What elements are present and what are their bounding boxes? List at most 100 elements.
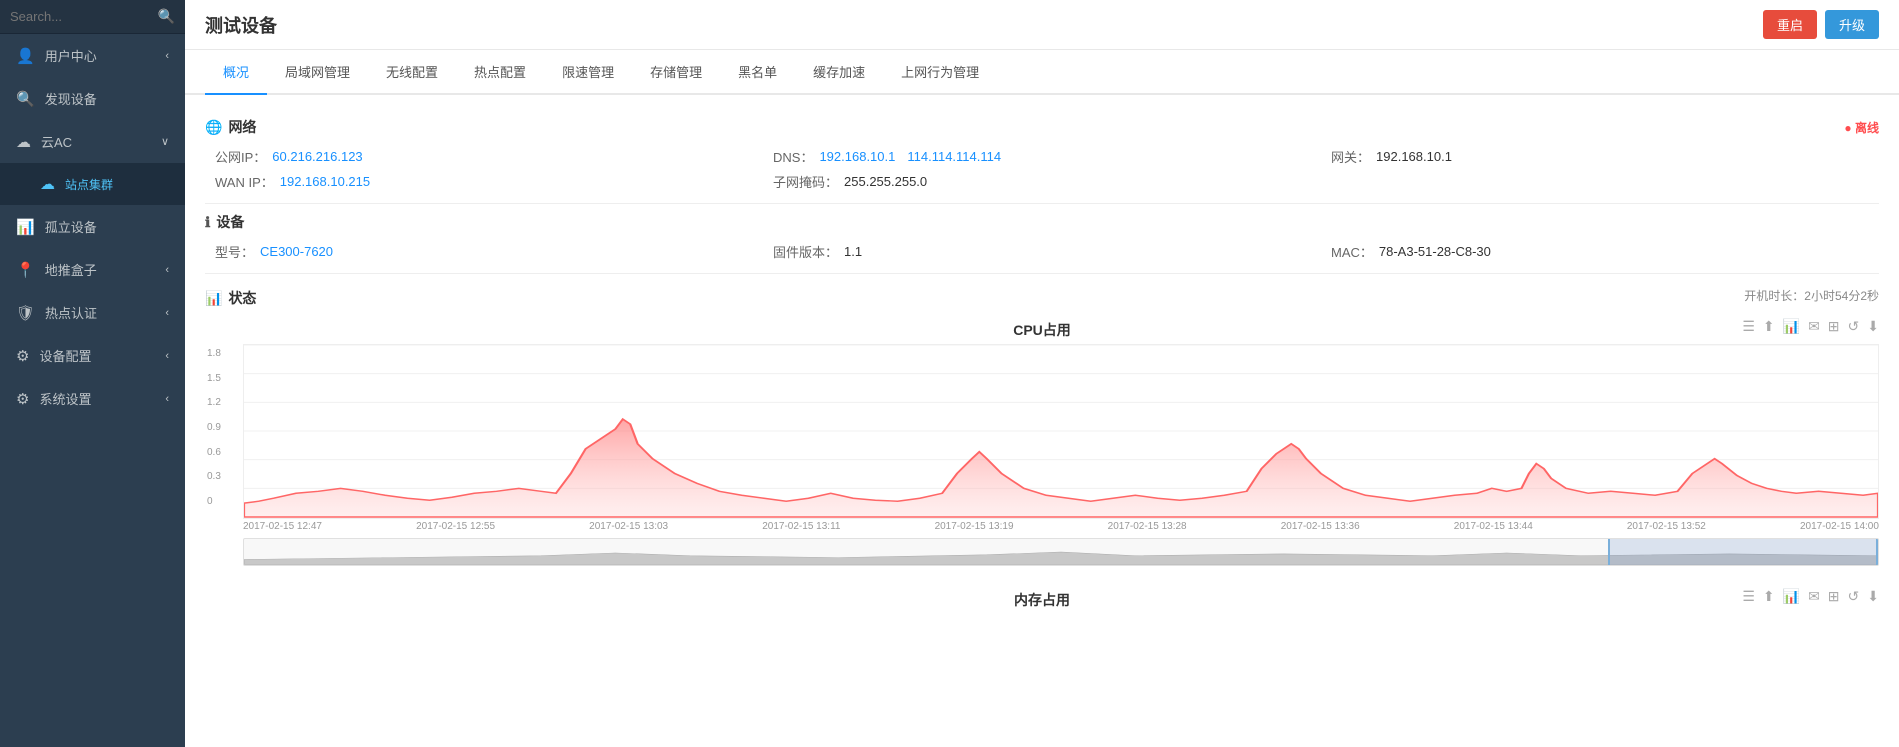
sidebar-item-label: 地推盒子	[45, 260, 97, 279]
tab-bar: 概况 局域网管理 无线配置 热点配置 限速管理 存储管理 黑名单 缓存加速 上网…	[185, 50, 1899, 95]
mac-row: MAC： 78-A3-51-28-C8-30	[1331, 242, 1879, 261]
sidebar-item-label: 设备配置	[39, 346, 91, 365]
restart-button[interactable]: 重启	[1763, 10, 1817, 39]
search-bar[interactable]: 🔍	[0, 0, 185, 34]
sidebar-item-label: 孤立设备	[45, 217, 97, 236]
subnet-mask-row: 子网掩码： 255.255.255.0	[773, 172, 1321, 191]
tab-cache-accel[interactable]: 缓存加速	[795, 50, 883, 95]
search-icon: 🔍	[158, 8, 175, 25]
sidebar-item-label: 用户中心	[45, 46, 97, 65]
memory-chart-toolbar: ☰ ⬆ 📊 ✉ ⊞ ↺ ⬇	[1321, 588, 1879, 605]
search-input[interactable]	[10, 9, 154, 24]
dns-row: DNS： 192.168.10.1 114.114.114.114	[773, 147, 1321, 166]
sidebar-item-user-center[interactable]: 👤 用户中心 ‹	[0, 34, 185, 77]
tab-storage-mgmt[interactable]: 存储管理	[632, 50, 720, 95]
firmware-value: 1.1	[844, 244, 862, 259]
tab-wireless-config[interactable]: 无线配置	[368, 50, 456, 95]
subnet-mask-value: 255.255.255.0	[844, 174, 927, 189]
mem-toolbar-grid-icon[interactable]: ⊞	[1828, 588, 1840, 605]
network-title-label: 网络	[228, 117, 256, 137]
status-section-header: 📊 状态 开机时长：2小时54分2秒	[205, 282, 1879, 308]
gateway-row: 网关： 192.168.10.1	[1331, 147, 1879, 166]
mac-label: MAC：	[1331, 242, 1373, 261]
toolbar-refresh-icon[interactable]: ↺	[1848, 318, 1860, 335]
status-title-label: 状态	[228, 288, 256, 308]
mem-toolbar-bar-icon[interactable]: 📊	[1783, 588, 1800, 605]
sidebar-item-discover-devices[interactable]: 🔍 发现设备	[0, 77, 185, 120]
tab-speed-limit[interactable]: 限速管理	[544, 50, 632, 95]
mem-toolbar-upload-icon[interactable]: ⬆	[1763, 588, 1775, 605]
sidebar-item-label: 热点认证	[45, 303, 97, 322]
sidebar-item-geo-box[interactable]: 📍 地推盒子 ‹	[0, 248, 185, 291]
online-status: ● 离线	[1844, 119, 1879, 136]
mini-scroll-bar[interactable]	[243, 538, 1879, 566]
config-icon: ⚙	[16, 347, 29, 365]
sidebar-item-label: 发现设备	[45, 89, 97, 108]
tab-hotspot-config[interactable]: 热点配置	[456, 50, 544, 95]
y-axis-labels: 1.8 1.5 1.2 0.9 0.6 0.3 0	[205, 344, 243, 519]
memory-chart-header: 内存占用 ☰ ⬆ 📊 ✉ ⊞ ↺ ⬇	[205, 582, 1879, 614]
sidebar-item-hotspot-auth[interactable]: 🛡 热点认证 ‹	[0, 291, 185, 334]
tab-behavior-mgmt[interactable]: 上网行为管理	[883, 50, 997, 95]
toolbar-bar-chart-icon[interactable]: 📊	[1783, 318, 1800, 335]
user-icon: 👤	[16, 47, 35, 65]
upgrade-button[interactable]: 升级	[1825, 10, 1879, 39]
model-row: 型号： CE300-7620	[215, 242, 763, 261]
cpu-chart-area: 1.8 1.5 1.2 0.9 0.6 0.3 0	[205, 344, 1879, 519]
mem-toolbar-refresh-icon[interactable]: ↺	[1848, 588, 1860, 605]
status-section-title: 📊 状态	[205, 288, 256, 308]
mem-toolbar-download-icon[interactable]: ⬇	[1867, 588, 1879, 605]
tab-lan-mgmt[interactable]: 局域网管理	[267, 50, 368, 95]
sidebar-item-device-config[interactable]: ⚙ 设备配置 ‹	[0, 334, 185, 377]
x-axis-labels: 2017-02-15 12:47 2017-02-15 12:55 2017-0…	[205, 519, 1879, 532]
cpu-chart-container: CPU占用 ☰ ⬆ 📊 ✉ ⊞ ↺ ⬇ 1.8 1.5 1.2 0.9	[205, 312, 1879, 566]
info-icon: ℹ	[205, 214, 210, 231]
dns-label: DNS：	[773, 147, 813, 166]
sidebar-item-standalone-devices[interactable]: 📊 孤立设备	[0, 205, 185, 248]
page-title: 测试设备	[205, 12, 277, 38]
bar-chart-icon: 📊	[16, 218, 35, 236]
wan-ip-label: WAN IP：	[215, 172, 274, 191]
toolbar-grid-icon[interactable]: ⊞	[1828, 318, 1840, 335]
sidebar: 🔍 👤 用户中心 ‹ 🔍 发现设备 ☁ 云AC ∨ ☁ 站点集群 📊 孤立设备 …	[0, 0, 185, 747]
cpu-chart-svg	[244, 345, 1878, 518]
scroll-handle[interactable]	[1608, 539, 1878, 565]
cluster-icon: ☁	[40, 175, 55, 193]
public-ip-label: 公网IP：	[215, 147, 266, 166]
sidebar-item-cloud-ac[interactable]: ☁ 云AC ∨	[0, 120, 185, 163]
mem-toolbar-mail-icon[interactable]: ✉	[1808, 588, 1820, 605]
tab-blacklist[interactable]: 黑名单	[720, 50, 795, 95]
dns-value1[interactable]: 192.168.10.1	[819, 149, 895, 164]
chevron-down-icon: ∨	[161, 135, 169, 148]
globe-icon: 🌐	[205, 119, 222, 136]
dns-value2[interactable]: 114.114.114.114	[907, 149, 1001, 164]
sidebar-item-label: 站点集群	[65, 176, 113, 193]
sidebar-item-site-cluster[interactable]: ☁ 站点集群	[0, 163, 185, 205]
model-value[interactable]: CE300-7620	[260, 244, 333, 259]
wan-ip-value[interactable]: 192.168.10.215	[280, 174, 370, 189]
firmware-label: 固件版本：	[773, 242, 838, 261]
discover-icon: 🔍	[16, 90, 35, 108]
wan-ip-row: WAN IP： 192.168.10.215	[215, 172, 763, 191]
uptime-text: 开机时长：2小时54分2秒	[1744, 287, 1879, 304]
subnet-mask-label: 子网掩码：	[773, 172, 838, 191]
device-section-title: ℹ 设备	[205, 212, 1879, 232]
network-section-title: 🌐 网络 ● 离线	[205, 117, 1879, 137]
mac-value: 78-A3-51-28-C8-30	[1379, 244, 1491, 259]
toolbar-mail-icon[interactable]: ✉	[1808, 318, 1820, 335]
arrow-icon: ‹	[165, 264, 169, 276]
toolbar-upload-icon[interactable]: ⬆	[1763, 318, 1775, 335]
tab-overview[interactable]: 概况	[205, 50, 267, 95]
public-ip-value[interactable]: 60.216.216.123	[272, 149, 362, 164]
toolbar-table-icon[interactable]: ☰	[1742, 318, 1755, 335]
page-header: 测试设备 重启 升级	[185, 0, 1899, 50]
cpu-chart-title: CPU占用	[763, 320, 1321, 340]
arrow-icon: ‹	[165, 307, 169, 319]
sidebar-item-label: 系统设置	[39, 389, 91, 408]
sidebar-item-system-settings[interactable]: ⚙ 系统设置 ‹	[0, 377, 185, 420]
mem-toolbar-table-icon[interactable]: ☰	[1742, 588, 1755, 605]
gateway-value: 192.168.10.1	[1376, 149, 1452, 164]
toolbar-download-icon[interactable]: ⬇	[1867, 318, 1879, 335]
bar-chart-status-icon: 📊	[205, 290, 222, 307]
model-label: 型号：	[215, 242, 254, 261]
